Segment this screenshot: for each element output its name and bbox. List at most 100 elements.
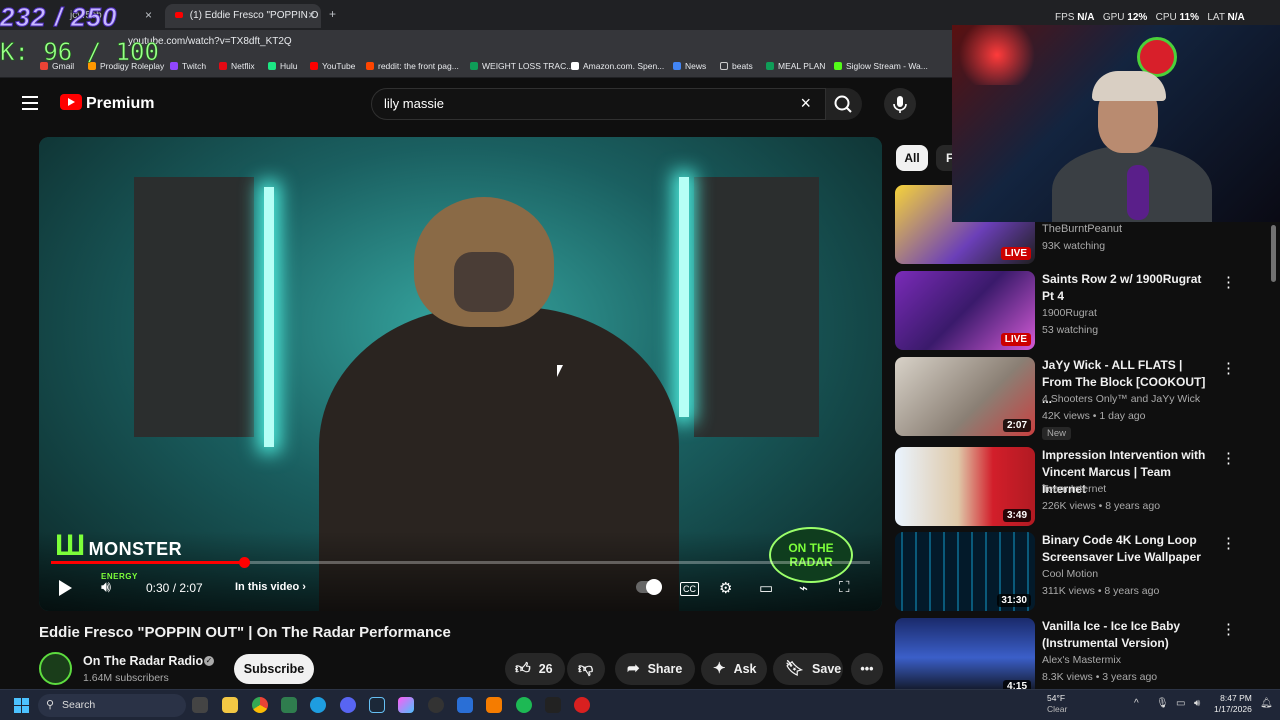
search-box[interactable]: lily massie × bbox=[371, 88, 826, 120]
menu-icon[interactable] bbox=[22, 96, 38, 110]
more-vertical-icon[interactable]: ⋮ bbox=[1221, 534, 1236, 552]
recommended-video[interactable]: 3:49 Impression Intervention with Vincen… bbox=[895, 447, 1265, 527]
video-thumbnail[interactable]: 4:15 bbox=[895, 618, 1035, 697]
bookmark-label: Netflix bbox=[231, 61, 255, 71]
channel-name[interactable]: 1900Rugrat bbox=[1042, 307, 1097, 319]
channel-name[interactable]: TheBurntPeanut bbox=[1042, 223, 1122, 235]
recommended-video[interactable]: 2:07 JaYy Wick - ALL FLATS | From The Bl… bbox=[895, 357, 1265, 440]
youtube-logo-icon[interactable] bbox=[60, 94, 82, 110]
live-badge: LIVE bbox=[1000, 247, 1031, 260]
play-icon[interactable] bbox=[59, 580, 72, 596]
speaker-icon[interactable]: 🔊︎ bbox=[1194, 698, 1200, 709]
bookmark-label: Siglow Stream - Wa... bbox=[846, 61, 928, 71]
video-meta: 8.3K views • 3 years ago bbox=[1042, 671, 1158, 683]
video-title[interactable]: Vanilla Ice - Ice Ice Baby (Instrumental… bbox=[1042, 618, 1214, 652]
taskbar-clock[interactable]: 8:47 PM 1/17/2026 bbox=[1214, 693, 1252, 715]
close-tab-icon[interactable]: × bbox=[145, 8, 152, 22]
brand-label[interactable]: Premium bbox=[86, 95, 154, 113]
video-player[interactable]: Ш MONSTER ENERGY ON THE RADAR 🔊︎ 0:30 / 2:… bbox=[39, 137, 882, 611]
dislike-button[interactable]: 👎︎ bbox=[567, 653, 605, 685]
webcam-overlay bbox=[952, 25, 1280, 222]
app-icon[interactable] bbox=[281, 697, 297, 713]
video-meta: 93K watching bbox=[1042, 240, 1106, 252]
video-thumbnail[interactable]: LIVE bbox=[895, 271, 1035, 350]
captions-icon[interactable]: CC bbox=[680, 582, 699, 596]
channel-name[interactable]: Cool Motion bbox=[1042, 568, 1098, 580]
bookmark-twitch[interactable]: Twitch bbox=[170, 61, 206, 71]
share-button[interactable]: ➦ Share bbox=[615, 653, 695, 685]
channel-avatar[interactable] bbox=[39, 652, 72, 685]
subscribe-button[interactable]: Subscribe bbox=[234, 654, 314, 684]
obs-icon[interactable] bbox=[428, 697, 444, 713]
chrome-icon[interactable] bbox=[252, 697, 268, 713]
channel-name[interactable]: Team Internet bbox=[1042, 483, 1106, 495]
video-thumbnail[interactable]: 2:07 bbox=[895, 357, 1035, 436]
mic-tray-icon[interactable]: 🎙︎ bbox=[1156, 698, 1169, 709]
bookmark-hulu[interactable]: Hulu bbox=[268, 61, 297, 71]
autoplay-toggle[interactable] bbox=[636, 579, 662, 595]
video-thumbnail[interactable]: 31:30 bbox=[895, 532, 1035, 611]
network-icon[interactable]: ▭ bbox=[1176, 698, 1185, 709]
chapters-button[interactable]: In this video › bbox=[235, 581, 306, 593]
more-vertical-icon[interactable]: ⋮ bbox=[1221, 620, 1236, 638]
task-view-icon[interactable] bbox=[192, 697, 208, 713]
weather-widget[interactable]: 54°F Clear bbox=[1047, 693, 1067, 715]
tray-chevron-icon[interactable]: ^ bbox=[1134, 698, 1139, 709]
sidebar-scrollbar[interactable] bbox=[1271, 225, 1276, 282]
voice-search-button[interactable] bbox=[884, 88, 916, 120]
copilot-icon[interactable] bbox=[398, 697, 414, 713]
save-button[interactable]: 🔖︎ Save bbox=[773, 653, 843, 685]
spotify-icon[interactable] bbox=[516, 697, 532, 713]
recommended-video[interactable]: 31:30 Binary Code 4K Long Loop Screensav… bbox=[895, 532, 1265, 612]
volume-icon[interactable]: 🔊︎ bbox=[101, 579, 111, 597]
bookmark-meal-plan[interactable]: MEAL PLAN bbox=[766, 61, 825, 71]
bookmark-amazon[interactable]: Amazon.com. Spen... bbox=[571, 61, 664, 71]
steam-icon[interactable] bbox=[369, 697, 385, 713]
more-actions-button[interactable]: ••• bbox=[851, 653, 883, 685]
search-button[interactable] bbox=[826, 88, 862, 120]
temperature: 54°F bbox=[1047, 693, 1066, 703]
theater-mode-icon[interactable]: ▭ bbox=[759, 579, 773, 597]
discord-icon[interactable] bbox=[340, 697, 356, 713]
app-icon[interactable] bbox=[457, 697, 473, 713]
search-input[interactable]: lily massie bbox=[384, 96, 444, 111]
app-icon[interactable] bbox=[486, 697, 502, 713]
recommended-video[interactable]: 4:15 Vanilla Ice - Ice Ice Baby (Instrum… bbox=[895, 618, 1265, 698]
on-the-radar-watermark: ON THE RADAR bbox=[769, 527, 853, 583]
windows-start-icon[interactable] bbox=[14, 698, 29, 713]
more-vertical-icon[interactable]: ⋮ bbox=[1221, 359, 1236, 377]
recommended-video[interactable]: LIVE Saints Row 2 w/ 1900Rugrat Pt 4 190… bbox=[895, 271, 1265, 351]
channel-name[interactable]: Alex's Mastermix bbox=[1042, 654, 1121, 666]
bookmark-netflix[interactable]: Netflix bbox=[219, 61, 255, 71]
bookmark-reddit[interactable]: reddit: the front pag... bbox=[366, 61, 459, 71]
channel-name[interactable]: 4 Shooters Only™ and JaYy Wick bbox=[1042, 393, 1200, 405]
bookmark-beats-folder[interactable]: beats bbox=[720, 61, 753, 71]
settings-icon[interactable]: ⚙ bbox=[719, 579, 732, 597]
notification-icon[interactable]: 🔔︎ bbox=[1260, 698, 1273, 709]
file-explorer-icon[interactable] bbox=[222, 697, 238, 713]
new-tab-icon[interactable]: + bbox=[329, 7, 336, 21]
video-title[interactable]: Saints Row 2 w/ 1900Rugrat Pt 4 bbox=[1042, 271, 1214, 305]
ask-button[interactable]: ✦ Ask bbox=[701, 653, 767, 685]
browser-tab-active[interactable]: (1) Eddie Fresco "POPPIN O × bbox=[165, 4, 321, 28]
taskbar-search-box[interactable]: ⚲ Search bbox=[38, 694, 186, 717]
close-tab-icon[interactable]: × bbox=[308, 8, 315, 22]
channel-name[interactable]: On The Radar Radio bbox=[83, 654, 203, 668]
edge-icon[interactable] bbox=[310, 697, 326, 713]
video-thumbnail[interactable]: 3:49 bbox=[895, 447, 1035, 526]
progress-bar[interactable] bbox=[51, 557, 870, 568]
app-icon[interactable] bbox=[574, 697, 590, 713]
xbox-icon[interactable] bbox=[545, 697, 561, 713]
bookmark-weight-loss[interactable]: WEIGHT LOSS TRAC... bbox=[470, 61, 573, 71]
fullscreen-icon[interactable]: ⛶ bbox=[839, 579, 850, 596]
more-vertical-icon[interactable]: ⋮ bbox=[1221, 449, 1236, 467]
bookmark-youtube[interactable]: YouTube bbox=[310, 61, 355, 71]
cast-icon[interactable]: ⌁ bbox=[799, 579, 808, 597]
chip-all[interactable]: All bbox=[896, 145, 928, 171]
more-vertical-icon[interactable]: ⋮ bbox=[1221, 273, 1236, 291]
clear-search-icon[interactable]: × bbox=[800, 93, 811, 114]
bookmark-news[interactable]: News bbox=[673, 61, 706, 71]
bookmark-siglow[interactable]: Siglow Stream - Wa... bbox=[834, 61, 928, 71]
like-button[interactable]: 👍︎ 26 bbox=[505, 653, 565, 685]
video-title[interactable]: Binary Code 4K Long Loop Screensaver Liv… bbox=[1042, 532, 1214, 566]
